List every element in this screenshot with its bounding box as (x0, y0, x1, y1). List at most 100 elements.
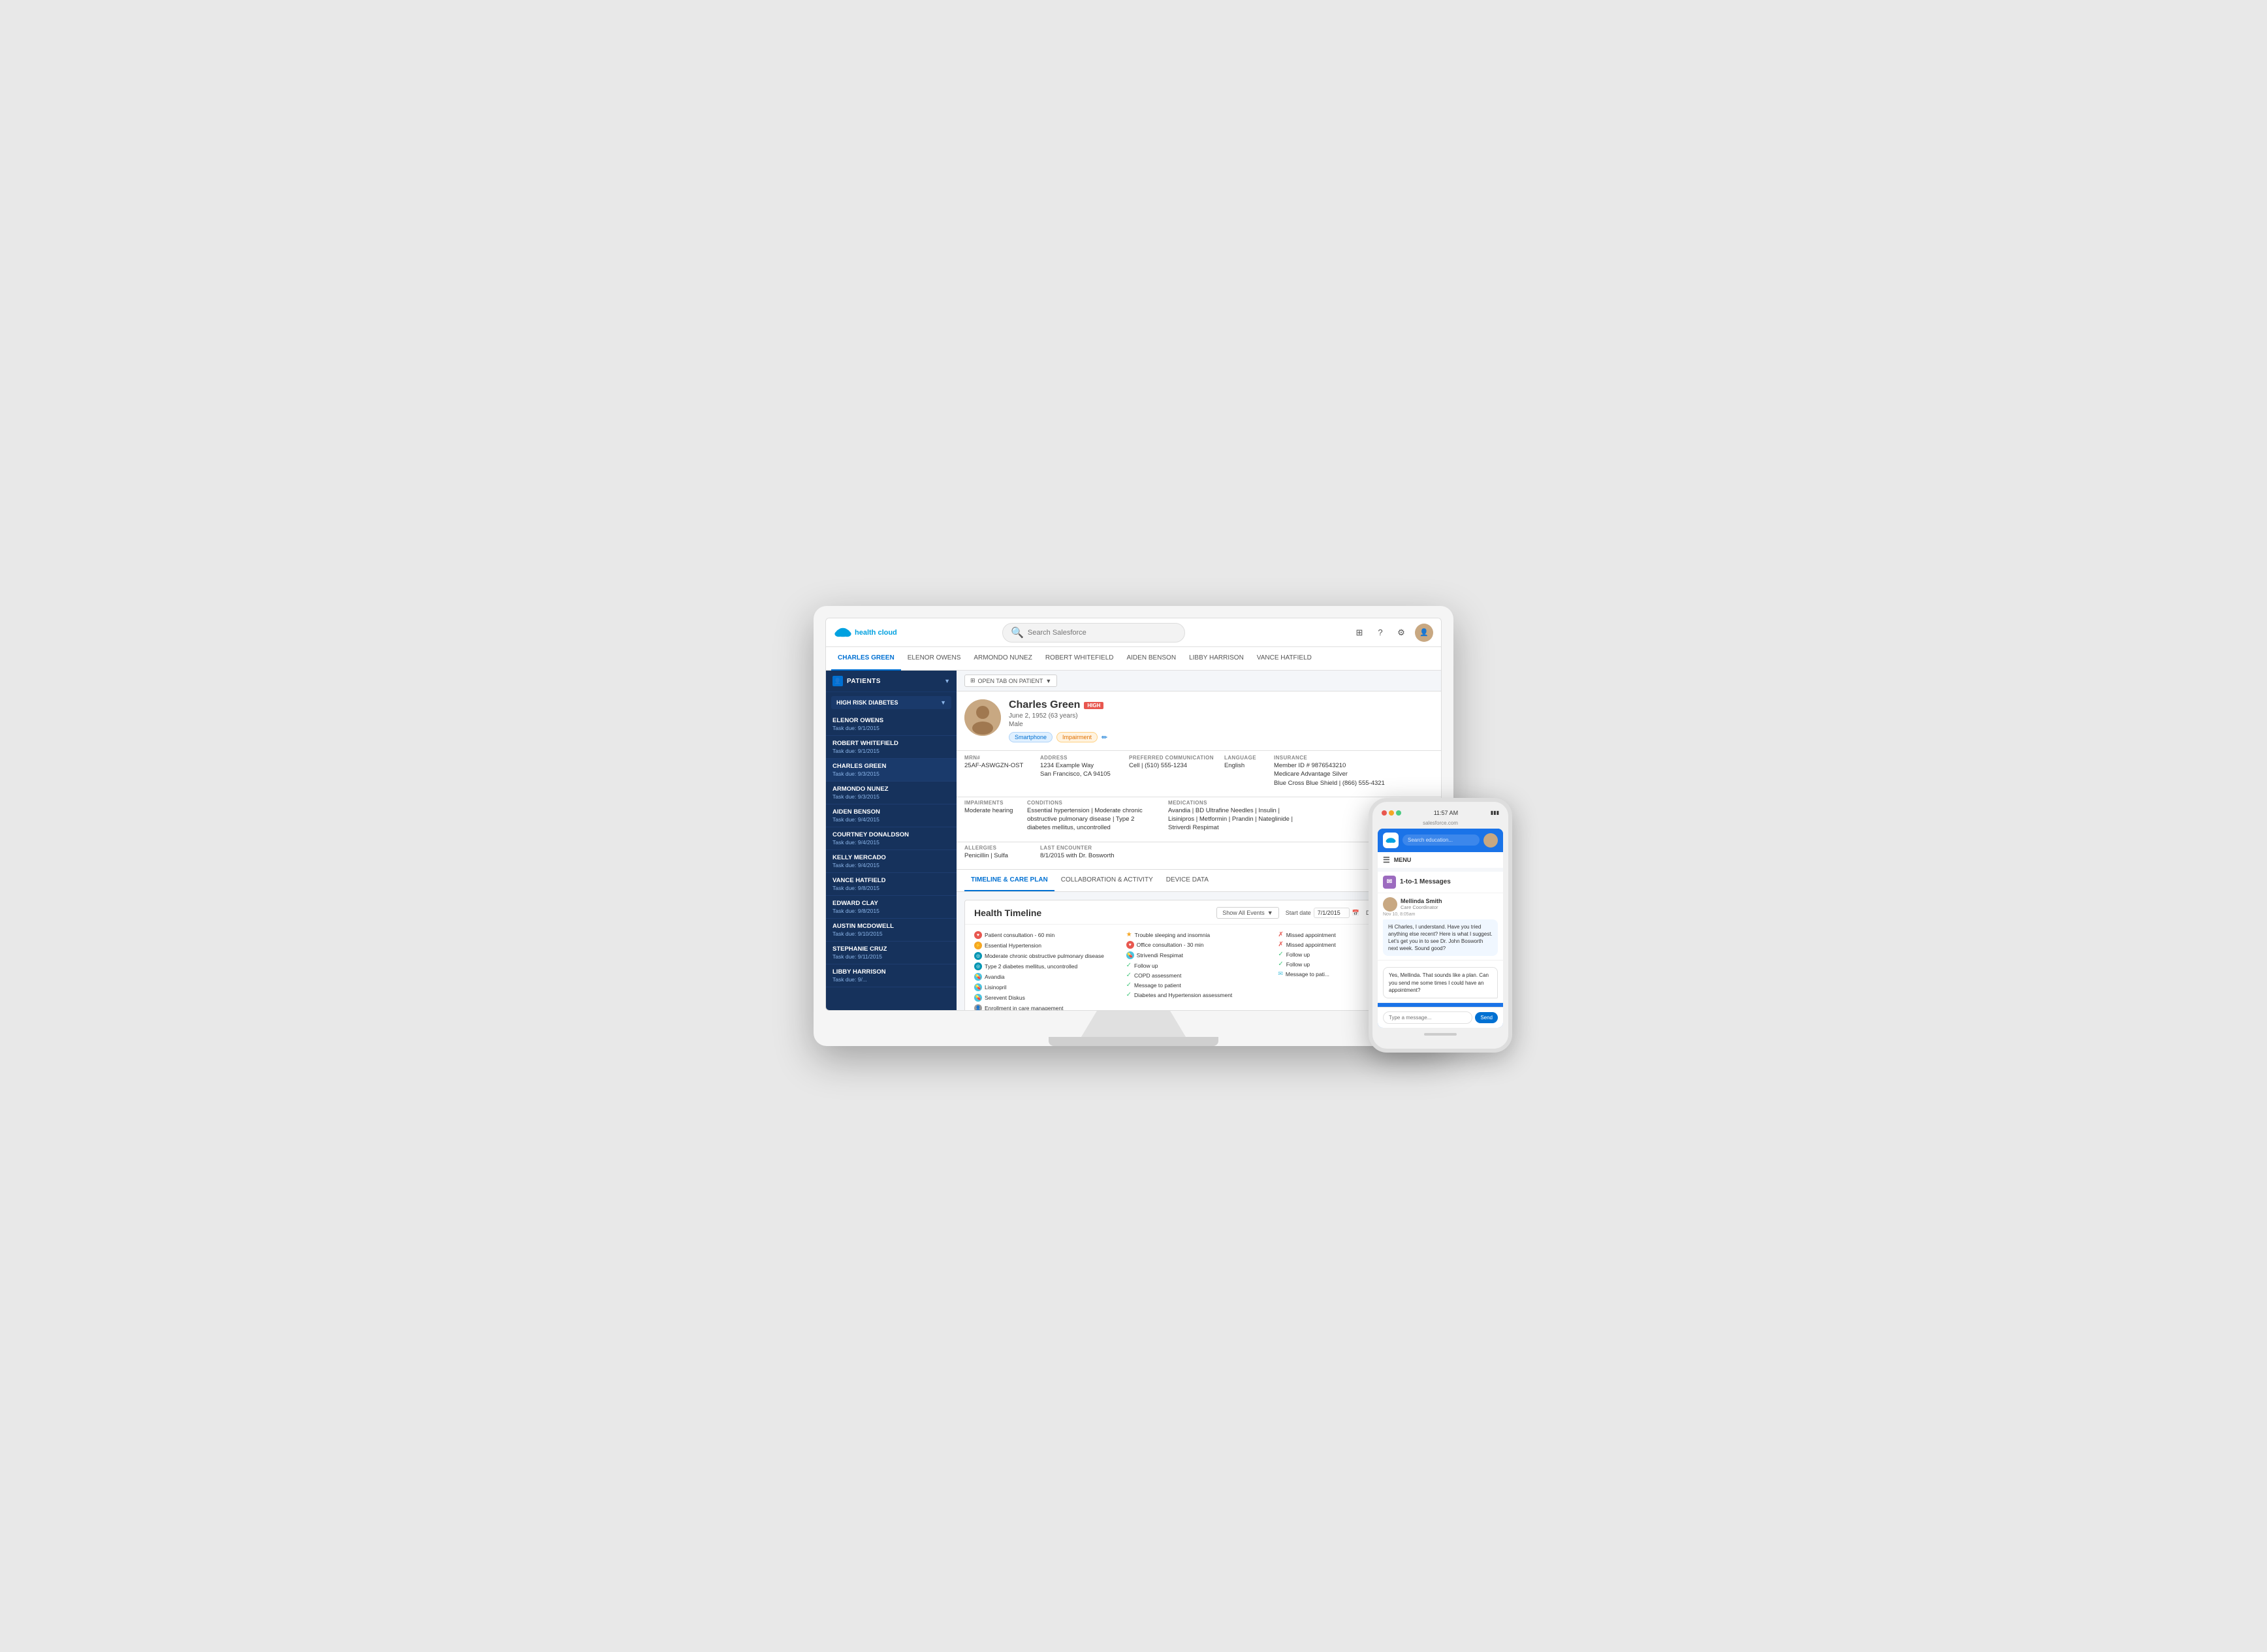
messages-title: 1-to-1 Messages (1400, 878, 1451, 885)
tab-device-data[interactable]: DEVICE DATA (1160, 869, 1215, 891)
phone-time: 11:57 AM (1434, 810, 1458, 816)
item-text: Moderate chronic obstructive pulmonary d… (985, 953, 1104, 959)
field-last-encounter: LAST ENCOUNTER 8/1/2015 with Dr. Boswort… (1040, 845, 1132, 860)
patient-task-due: Task due: 9/8/2015 (832, 885, 950, 891)
sidebar-item-charles-green[interactable]: CHARLES GREEN Task due: 9/3/2015 (826, 759, 957, 782)
sidebar-item-aiden-benson[interactable]: AIDEN BENSON Task due: 9/4/2015 (826, 804, 957, 827)
sidebar-item-austin-mcdowell[interactable]: AUSTIN MCDOWELL Task due: 9/10/2015 (826, 919, 957, 942)
tab-vance-hatfield[interactable]: VANCE HATFIELD (1250, 647, 1318, 671)
item-text: Diabetes and Hypertension assessment (1134, 992, 1232, 998)
sidebar-item-elenor-owens[interactable]: ELENOR OWENS Task due: 9/1/2015 (826, 713, 957, 736)
help-icon[interactable]: ? (1373, 626, 1387, 640)
phone-home-bar (1378, 1028, 1503, 1041)
patient-task-due: Task due: 9/4/2015 (832, 839, 950, 846)
tab-elenor-owens[interactable]: ELENOR OWENS (901, 647, 968, 671)
user-avatar[interactable]: 👤 (1415, 624, 1433, 642)
app-logo: health cloud (834, 627, 897, 639)
patient-task-due: Task due: 9/10/2015 (832, 930, 950, 937)
sender-role: Care Coordinator (1401, 904, 1442, 910)
tab-charles-green[interactable]: CHARLES GREEN (831, 647, 901, 671)
field-mrn-value: 25AF-ASWGZN-OST (964, 761, 1030, 770)
timeline-items-grid: ♥ Patient consultation - 60 min ⚡ Essent… (965, 925, 1433, 1010)
edit-tags-icon[interactable]: ✏ (1102, 733, 1107, 742)
missed-appt-1-icon: ✗ (1278, 931, 1283, 938)
item-text: Missed appointment (1286, 932, 1336, 938)
show-all-label: Show All Events (1222, 910, 1265, 916)
sidebar: 👤 PATIENTS ▼ HIGH RISK DIABETES ▼ ELENOR… (826, 671, 957, 1010)
phone-search-bar[interactable]: Search education... (1403, 834, 1480, 846)
patient-task-due: Task due: 9/4/2015 (832, 816, 950, 823)
field-mrn: MRN# 25AF-ASWGZN-OST (964, 755, 1030, 787)
logo-area: health cloud (834, 627, 919, 639)
timeline-item: ✓ COPD assessment (1126, 970, 1272, 980)
sidebar-item-edward-clay[interactable]: EDWARD CLAY Task due: 9/8/2015 (826, 896, 957, 919)
item-text: Lisinopril (985, 984, 1007, 991)
open-tab-chevron: ▼ (1045, 678, 1051, 684)
calendar-icon[interactable]: 📅 (1352, 910, 1359, 917)
phone-header: Search education... (1378, 829, 1503, 852)
tab-aiden-benson[interactable]: AIDEN BENSON (1120, 647, 1182, 671)
field-conditions-label: CONDITIONS (1027, 800, 1158, 806)
timeline-item: ♥ Patient consultation - 60 min (974, 930, 1120, 940)
tag-impairment: Impairment (1056, 732, 1098, 742)
home-bar-indicator (1424, 1033, 1457, 1036)
phone-dot-yellow (1389, 810, 1394, 816)
start-date-input[interactable] (1314, 908, 1350, 918)
phone-message-input[interactable] (1383, 1011, 1472, 1024)
open-tab-button[interactable]: ⊞ OPEN TAB ON PATIENT ▼ (964, 675, 1057, 687)
phone-menu-bar: ☰ MENU (1378, 852, 1503, 868)
sidebar-item-courtney-donaldson[interactable]: COURTNEY DONALDSON Task due: 9/4/2015 (826, 827, 957, 850)
hamburger-icon[interactable]: ☰ (1383, 855, 1390, 865)
field-insurance-label: INSURANCE (1274, 755, 1385, 761)
tab-timeline-care-plan[interactable]: TIMELINE & CARE PLAN (964, 869, 1054, 891)
sub-nav: ⊞ OPEN TAB ON PATIENT ▼ (957, 671, 1441, 691)
search-input[interactable] (1028, 629, 1177, 637)
tag-smartphone: Smartphone (1009, 732, 1053, 742)
item-text: Type 2 diabetes mellitus, uncontrolled (985, 963, 1077, 970)
patient-name: ARMONDO NUNEZ (832, 786, 950, 793)
field-language-value: English (1224, 761, 1263, 770)
tab-libby-harrison[interactable]: LIBBY HARRISON (1182, 647, 1250, 671)
patient-task-due: Task due: 9/... (832, 976, 950, 983)
settings-icon[interactable]: ⚙ (1394, 626, 1408, 640)
patient-task-due: Task due: 9/3/2015 (832, 770, 950, 777)
patient-name: VANCE HATFIELD (832, 877, 950, 884)
show-all-events-button[interactable]: Show All Events ▼ (1216, 907, 1278, 919)
messages-icon: ✉ (1383, 876, 1396, 889)
item-text: Patient consultation - 60 min (985, 932, 1054, 938)
sidebar-item-libby-harrison[interactable]: LIBBY HARRISON Task due: 9/... (826, 964, 957, 987)
sidebar-item-kelly-mercado[interactable]: KELLY MERCADO Task due: 9/4/2015 (826, 850, 957, 873)
sidebar-title: PATIENTS (847, 678, 940, 685)
phone-screen: Search education... ☰ MENU ✉ 1-to-1 Mess… (1378, 829, 1503, 1028)
field-phone-value: Cell | (510) 555-1234 (1129, 761, 1214, 770)
patient-name: STEPHANIE CRUZ (832, 945, 950, 953)
nav-icons: ⊞ ? ⚙ 👤 (1352, 624, 1433, 642)
sidebar-item-robert-whitefield[interactable]: ROBERT WHITEFIELD Task due: 9/1/2015 (826, 736, 957, 759)
tab-collaboration[interactable]: COLLABORATION & ACTIVITY (1054, 869, 1160, 891)
enrollment-icon: 👤 (974, 1004, 982, 1010)
filter-dropdown-icon[interactable]: ▼ (940, 699, 946, 706)
message-item-sender: Mellinda Smith Care Coordinator Nov 10, … (1378, 893, 1503, 961)
sidebar-filter-text: HIGH RISK DIABETES (836, 699, 898, 706)
phone-content: ☰ MENU ✉ 1-to-1 Messages Mellind (1378, 852, 1503, 1003)
item-text: Office consultation - 30 min (1137, 942, 1204, 948)
field-phone-label: PREFERRED COMMUNICATION (1129, 755, 1214, 761)
patient-task-due: Task due: 9/1/2015 (832, 725, 950, 731)
sidebar-filter[interactable]: HIGH RISK DIABETES ▼ (831, 696, 951, 709)
tab-robert-whitefield[interactable]: ROBERT WHITEFIELD (1039, 647, 1120, 671)
sidebar-dropdown-icon[interactable]: ▼ (944, 678, 950, 684)
sidebar-item-stephanie-cruz[interactable]: STEPHANIE CRUZ Task due: 9/11/2015 (826, 942, 957, 964)
item-text: Enrollment in care management (985, 1005, 1063, 1010)
item-text: Follow up (1286, 951, 1310, 958)
patient-gender: Male (1009, 721, 1433, 728)
patient-info: Charles Green HIGH June 2, 1952 (63 year… (1009, 699, 1433, 742)
sidebar-item-vance-hatfield[interactable]: VANCE HATFIELD Task due: 9/8/2015 (826, 873, 957, 896)
send-button[interactable]: Send (1475, 1012, 1498, 1023)
grid-icon[interactable]: ⊞ (1352, 626, 1367, 640)
tab-armondo-nunez[interactable]: ARMONDO NUNEZ (967, 647, 1038, 671)
phone-mock: 11:57 AM ▮▮▮ salesforce.com Search educa… (1369, 798, 1512, 1053)
start-date-control: Start date 📅 (1286, 908, 1359, 918)
item-text: Message to pati... (1286, 971, 1329, 977)
sidebar-item-armondo-nunez[interactable]: ARMONDO NUNEZ Task due: 9/3/2015 (826, 782, 957, 804)
followup-check-icon: ✓ (1126, 962, 1132, 969)
